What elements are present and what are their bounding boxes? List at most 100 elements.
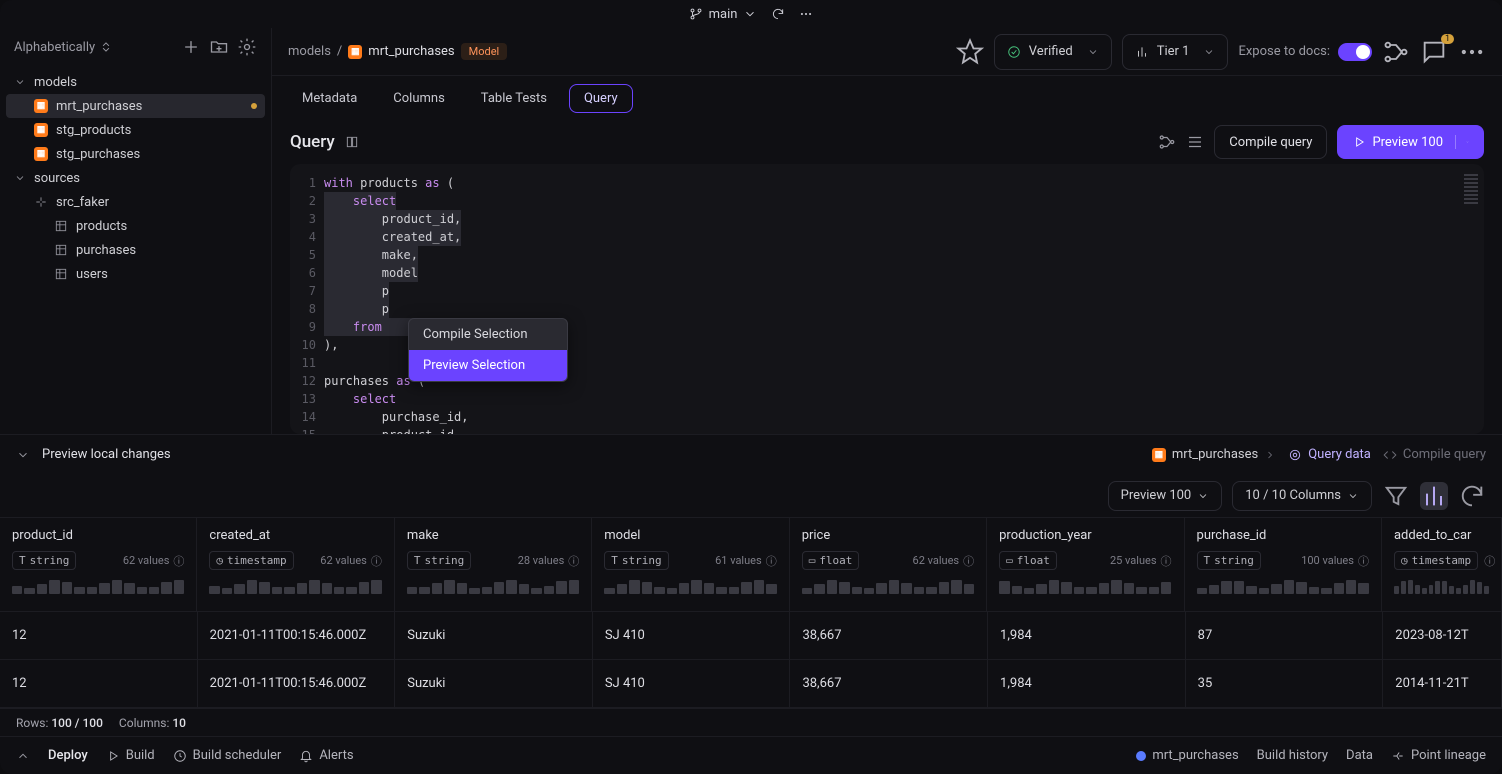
sort-icon bbox=[99, 40, 113, 54]
context-menu: Compile Selection Preview Selection bbox=[408, 318, 568, 382]
expose-label: Expose to docs: bbox=[1238, 44, 1330, 59]
status-dropdown[interactable]: Verified bbox=[994, 34, 1112, 70]
refresh-icon[interactable] bbox=[771, 7, 785, 21]
build-button[interactable]: Build bbox=[106, 748, 155, 763]
branch-name: main bbox=[709, 7, 738, 22]
star-icon[interactable] bbox=[956, 38, 984, 66]
ctx-preview-selection[interactable]: Preview Selection bbox=[409, 350, 567, 381]
sort-selector[interactable]: Alphabetically bbox=[14, 40, 113, 55]
point-lineage-button[interactable]: Point lineage bbox=[1391, 748, 1486, 763]
ctx-compile-selection[interactable]: Compile Selection bbox=[409, 319, 567, 350]
lineage-icon[interactable] bbox=[1382, 38, 1410, 66]
column-header[interactable]: created_at◷timestamp62 values ⓘ bbox=[197, 518, 394, 612]
lineage-icon bbox=[1391, 749, 1405, 763]
list-icon[interactable] bbox=[1186, 133, 1204, 151]
build-history-button[interactable]: Build history bbox=[1257, 748, 1328, 763]
preview-title: Preview local changes bbox=[42, 447, 171, 462]
add-icon[interactable] bbox=[181, 37, 201, 57]
refresh-icon[interactable] bbox=[1458, 482, 1486, 510]
compile-query-button[interactable]: Compile query bbox=[1214, 125, 1327, 159]
chevron-down-icon[interactable] bbox=[16, 448, 30, 462]
model-icon: ▦ bbox=[34, 99, 48, 113]
footer-model[interactable]: mrt_purchases bbox=[1136, 748, 1238, 763]
sidebar-item-mrt-purchases[interactable]: ▦ mrt_purchases bbox=[6, 94, 265, 118]
sidebar-group-models[interactable]: models bbox=[6, 70, 265, 94]
git-branch-icon bbox=[689, 7, 703, 21]
modified-dot-icon bbox=[251, 103, 257, 109]
more-icon[interactable] bbox=[799, 7, 813, 21]
chevron-down-icon bbox=[14, 76, 26, 88]
sidebar-item-stg-products[interactable]: ▦ stg_products bbox=[6, 118, 265, 142]
bar-chart-icon bbox=[1135, 45, 1149, 59]
code-editor[interactable]: 1with products as (2 select3 product_id,… bbox=[290, 164, 1484, 434]
play-icon bbox=[1352, 135, 1366, 149]
columns-dropdown[interactable]: 10 / 10 Columns bbox=[1232, 481, 1372, 511]
code-icon bbox=[1383, 448, 1397, 462]
column-header[interactable]: makeTstring28 values ⓘ bbox=[395, 518, 592, 612]
table-icon bbox=[54, 267, 68, 281]
preview-limit-dropdown[interactable]: Preview 100 bbox=[1108, 481, 1223, 511]
model-icon: ▦ bbox=[1152, 448, 1166, 462]
column-header[interactable]: production_year▭float25 values ⓘ bbox=[987, 518, 1184, 612]
lineage-icon[interactable] bbox=[1158, 133, 1176, 151]
new-folder-icon[interactable] bbox=[209, 37, 229, 57]
check-circle-icon bbox=[1007, 45, 1021, 59]
tab-metadata[interactable]: Metadata bbox=[288, 85, 371, 112]
model-type-pill: Model bbox=[461, 43, 508, 60]
chevron-up-icon[interactable] bbox=[16, 749, 30, 763]
sidebar-item-stg-purchases[interactable]: ▦ stg_purchases bbox=[6, 142, 265, 166]
preview-model[interactable]: ▦ mrt_purchases bbox=[1152, 447, 1276, 462]
chevron-down-icon bbox=[1203, 46, 1215, 58]
chevron-right-icon bbox=[1264, 449, 1276, 461]
table-row[interactable]: 122021-01-11T00:15:46.000ZSuzukiSJ 41038… bbox=[0, 612, 1502, 660]
model-icon: ▦ bbox=[34, 123, 48, 137]
column-header[interactable]: purchase_idTstring100 values ⓘ bbox=[1185, 518, 1382, 612]
tab-query[interactable]: Query bbox=[569, 84, 633, 113]
sidebar-item-purchases[interactable]: purchases bbox=[6, 238, 265, 262]
deploy-button[interactable]: Deploy bbox=[48, 748, 88, 763]
chevron-down-icon bbox=[14, 172, 26, 184]
tab-compile-query[interactable]: Compile query bbox=[1383, 447, 1486, 462]
preview-button[interactable]: Preview 100 bbox=[1337, 125, 1484, 159]
scheduler-button[interactable]: Build scheduler bbox=[173, 748, 282, 763]
tab-columns[interactable]: Columns bbox=[379, 85, 459, 112]
column-header[interactable]: product_idTstring62 values ⓘ bbox=[0, 518, 197, 612]
column-header[interactable]: added_to_car◷timestamp ⓘ bbox=[1382, 518, 1502, 612]
chevron-down-icon[interactable] bbox=[1455, 135, 1469, 149]
model-icon: ▦ bbox=[348, 45, 362, 59]
tier-dropdown[interactable]: Tier 1 bbox=[1122, 34, 1229, 70]
notification-badge: 1 bbox=[1441, 34, 1454, 44]
comments-icon[interactable]: 1 bbox=[1420, 38, 1448, 66]
status-bar: Rows: 100 / 100 Columns: 10 bbox=[0, 708, 1502, 736]
tab-table-tests[interactable]: Table Tests bbox=[467, 85, 561, 112]
table-row[interactable]: 122021-01-11T00:15:46.000ZSuzukiSJ 41038… bbox=[0, 660, 1502, 708]
tab-query-data[interactable]: Query data bbox=[1288, 447, 1371, 462]
clock-icon bbox=[173, 749, 187, 763]
chevron-down-icon bbox=[743, 7, 757, 21]
play-icon bbox=[106, 749, 120, 763]
book-icon[interactable] bbox=[345, 135, 359, 149]
source-icon bbox=[34, 195, 48, 209]
table-icon bbox=[54, 243, 68, 257]
chevron-down-icon bbox=[1347, 490, 1359, 502]
sidebar-item-users[interactable]: users bbox=[6, 262, 265, 286]
expose-toggle[interactable] bbox=[1338, 43, 1372, 61]
target-icon bbox=[1288, 448, 1302, 462]
breadcrumb: models / ▦ mrt_purchases Model bbox=[288, 43, 507, 60]
branch-selector[interactable]: main bbox=[689, 7, 758, 22]
alerts-button[interactable]: Alerts bbox=[299, 748, 353, 763]
column-header[interactable]: price▭float62 values ⓘ bbox=[790, 518, 987, 612]
sidebar-group-sources[interactable]: sources bbox=[6, 166, 265, 190]
data-button[interactable]: Data bbox=[1346, 748, 1373, 763]
filter-icon[interactable] bbox=[1382, 482, 1410, 510]
more-icon[interactable] bbox=[1458, 38, 1486, 66]
query-title: Query bbox=[290, 132, 335, 152]
gear-icon[interactable] bbox=[237, 37, 257, 57]
bell-icon bbox=[299, 749, 313, 763]
sidebar-item-src-faker[interactable]: src_faker bbox=[6, 190, 265, 214]
profile-icon[interactable] bbox=[1420, 482, 1448, 510]
sidebar-item-products[interactable]: products bbox=[6, 214, 265, 238]
column-header[interactable]: modelTstring61 values ⓘ bbox=[592, 518, 789, 612]
chevron-down-icon bbox=[1197, 490, 1209, 502]
results-table[interactable]: product_idTstring62 values ⓘcreated_at◷t… bbox=[0, 518, 1502, 708]
